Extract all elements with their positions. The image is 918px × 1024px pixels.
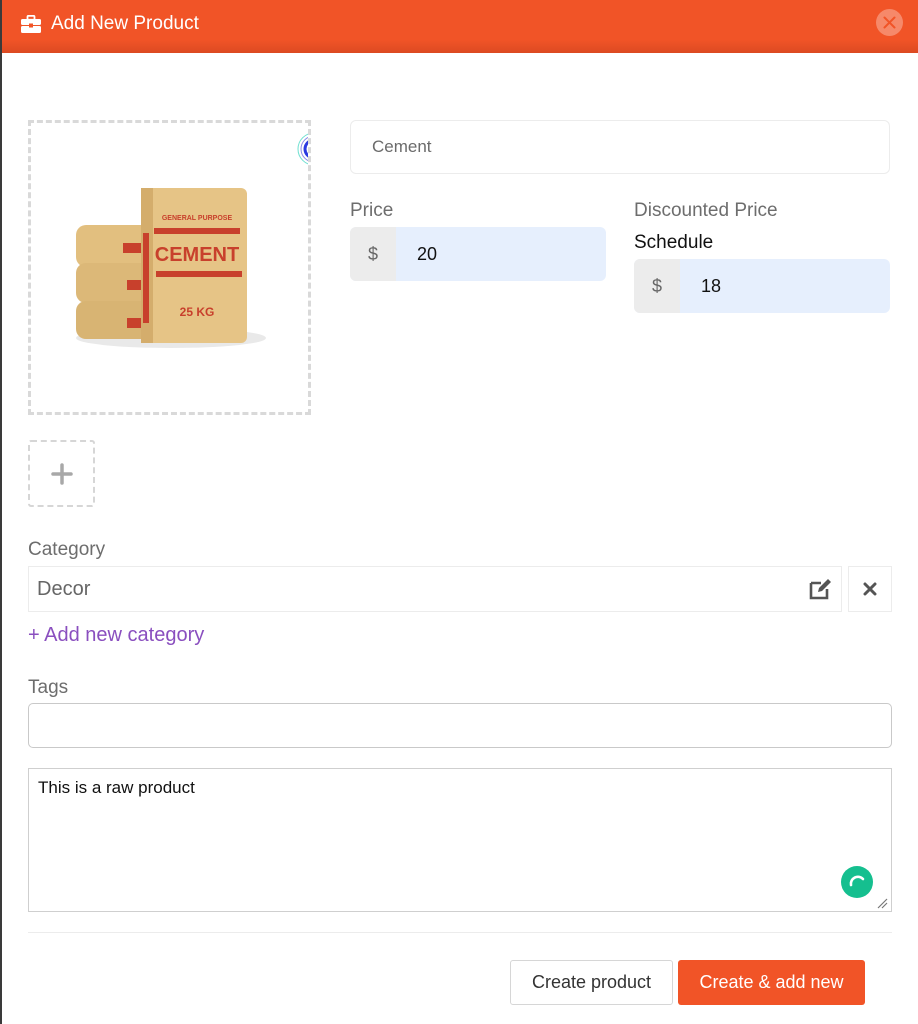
add-image-button[interactable] xyxy=(28,440,95,507)
tags-label: Tags xyxy=(28,677,69,698)
price-value[interactable]: 20 xyxy=(396,227,606,281)
schedule-link[interactable]: Schedule xyxy=(634,232,713,254)
discounted-price-label: Discounted Price xyxy=(634,200,778,221)
discounted-price-currency-addon: $ xyxy=(634,259,680,313)
close-button[interactable] xyxy=(876,9,903,36)
create-product-button[interactable]: Create product xyxy=(510,960,673,1005)
category-clear-button[interactable] xyxy=(848,566,892,612)
product-image: GENERAL PURPOSE CEMENT 25 KG xyxy=(76,188,266,348)
bag-text-main: CEMENT xyxy=(155,244,239,266)
bag-text-weight: 25 KG xyxy=(180,305,215,319)
edit-icon[interactable] xyxy=(809,578,833,600)
category-value: Decor xyxy=(37,577,91,600)
briefcase-icon xyxy=(21,15,41,33)
resize-handle-icon[interactable] xyxy=(876,897,888,909)
product-name-value: Cement xyxy=(372,137,432,156)
product-name-input[interactable]: Cement xyxy=(350,120,890,174)
discounted-price-input[interactable]: $ 18 xyxy=(634,259,890,313)
dialog-header: Add New Product xyxy=(0,0,918,53)
category-select[interactable]: Decor xyxy=(28,566,842,612)
watermark-badge-icon xyxy=(297,133,308,165)
create-and-add-new-button[interactable]: Create & add new xyxy=(678,960,865,1005)
grammarly-icon xyxy=(849,875,865,887)
price-input[interactable]: $ 20 xyxy=(350,227,606,281)
close-icon xyxy=(863,582,877,596)
category-label: Category xyxy=(28,539,106,560)
discounted-price-value[interactable]: 18 xyxy=(680,259,890,313)
footer-divider xyxy=(28,932,892,933)
plus-icon xyxy=(50,462,73,485)
dialog-title: Add New Product xyxy=(51,13,199,34)
product-image-dropzone[interactable]: GENERAL PURPOSE CEMENT 25 KG xyxy=(28,120,311,415)
bag-text-top: GENERAL PURPOSE xyxy=(162,215,233,222)
description-textarea[interactable]: This is a raw product xyxy=(28,768,892,912)
grammarly-button[interactable] xyxy=(841,866,873,898)
price-currency-addon: $ xyxy=(350,227,396,281)
close-icon xyxy=(883,16,896,29)
price-label: Price xyxy=(350,200,394,221)
description-value: This is a raw product xyxy=(38,778,195,797)
window-edge xyxy=(0,0,2,1024)
tags-input[interactable] xyxy=(28,703,892,748)
add-new-category-link[interactable]: + Add new category xyxy=(28,624,204,647)
